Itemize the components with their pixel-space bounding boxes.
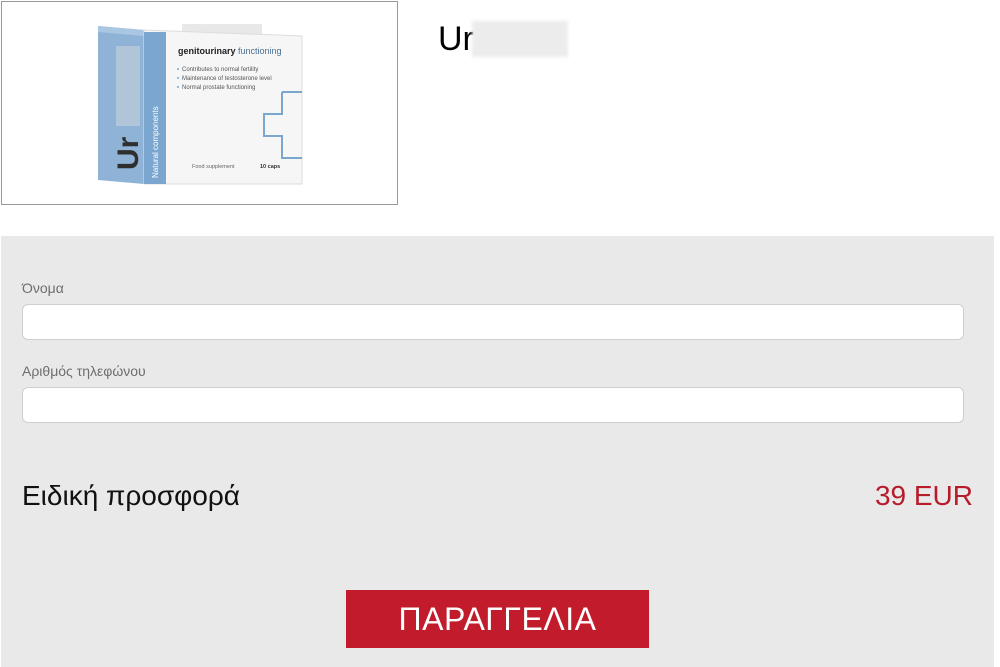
product-title-text: Ur [438,20,474,58]
phone-label: Αριθμός τηλεφώνου [22,363,146,379]
phone-input[interactable] [22,387,964,423]
box-heading-bold: genitourinary [178,46,236,56]
box-footer-left: Food supplement [192,164,235,170]
box-bullet-2: Maintenance of testosterone level [182,76,272,82]
box-heading-light: functioning [238,46,282,56]
special-offer-label: Ειδική προσφορά [22,480,240,511]
product-header: Ur Natural components genitourinary func… [0,0,1000,236]
product-image: Ur Natural components genitourinary func… [1,1,398,205]
box-footer-right: 10 caps [260,164,280,170]
box-bullet-3: Normal prostate functioning [182,85,255,91]
product-box-illustration: Ur Natural components genitourinary func… [98,24,303,185]
name-input[interactable] [22,304,964,340]
order-button[interactable]: ΠΑΡΑΓΓΕΛΙΑ [346,590,649,648]
box-brand-text: Ur [112,136,145,170]
offer-price: 39 EUR [874,480,973,511]
product-title: Ur [438,20,568,58]
order-form: Όνομα Αριθμός τηλεφώνου Ειδική προσφορά … [1,236,994,667]
svg-text:genitourinary function: genitourinary functioning [178,46,282,56]
name-label: Όνομα [22,280,64,296]
redaction-blur [471,21,568,57]
box-spine-text: Natural components [151,106,160,178]
box-bullet-1: Contributes to normal fertility [182,67,258,73]
